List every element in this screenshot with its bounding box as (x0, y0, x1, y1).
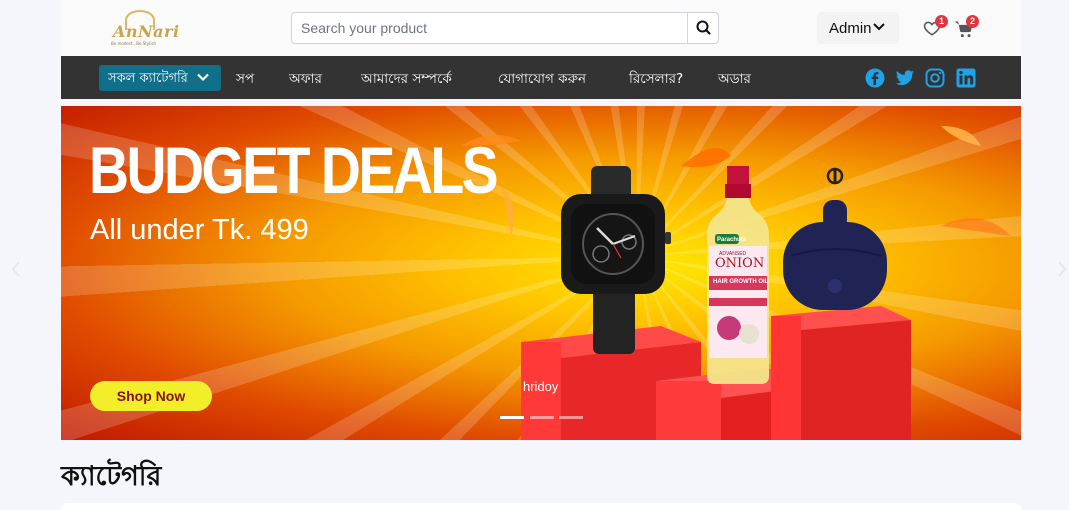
search-button[interactable] (687, 13, 718, 43)
chevron-left-icon (11, 261, 20, 277)
twitter-link[interactable] (895, 68, 915, 88)
site-header: AnNari Be modest...Be Stylish Admin 1 2 (61, 0, 1021, 56)
user-menu-label: Admin (829, 20, 872, 37)
category-card (61, 503, 1021, 510)
search-input[interactable] (292, 13, 689, 43)
nav-link-about[interactable]: আমাদের সম্পর্কে (361, 68, 452, 91)
cart-button[interactable]: 2 (954, 15, 979, 39)
wishlist-button[interactable]: 1 (923, 15, 948, 39)
nav-link-contact[interactable]: যোগাযোগ করুন (498, 68, 586, 91)
hero-carousel[interactable]: BUDGET DEALS All under Tk. 499 Shop Now … (61, 106, 1021, 440)
linkedin-icon (956, 68, 976, 88)
search-icon (696, 20, 711, 35)
nav-link-reseller[interactable]: রিসেলার? (629, 68, 683, 91)
banner-headline: BUDGET DEALS (89, 133, 499, 207)
carousel-indicator-1[interactable] (500, 416, 524, 419)
facebook-link[interactable] (865, 68, 885, 88)
wishlist-count-badge: 1 (935, 15, 948, 28)
bottle-detail-text: HAIR GROWTH OIL (713, 279, 769, 285)
facebook-icon (865, 68, 885, 88)
linkedin-link[interactable] (956, 68, 976, 88)
nav-link-offer[interactable]: অফার (289, 68, 322, 91)
all-categories-button[interactable]: সকল ক্যাটেগরি (99, 65, 221, 91)
carousel-indicator-2[interactable] (530, 416, 554, 419)
chevron-down-icon (197, 73, 209, 82)
chevron-down-icon (873, 23, 885, 31)
banner-subline: All under Tk. 499 (90, 214, 309, 246)
main-nav: সকল ক্যাটেগরি সপ অফার আমাদের সম্পর্কে যো… (61, 56, 1021, 99)
carousel-indicator-3[interactable] (559, 416, 583, 419)
bottle-brand-text: Parachute (717, 237, 747, 243)
instagram-icon (925, 68, 945, 88)
site-logo[interactable]: AnNari Be modest...Be Stylish (109, 10, 189, 48)
instagram-link[interactable] (925, 68, 945, 88)
nav-link-order[interactable]: অডার (718, 68, 751, 91)
logo-text: AnNari (113, 22, 180, 41)
search-bar (291, 12, 719, 44)
category-section-title: ক্যাটেগরি (61, 461, 162, 492)
chevron-right-icon (1058, 261, 1067, 277)
carousel-indicators (500, 416, 584, 419)
twitter-icon (895, 70, 915, 86)
logo-tagline: Be modest...Be Stylish (111, 41, 157, 46)
carousel-prev-button[interactable] (8, 257, 24, 281)
slide-caption: hridoy (523, 379, 559, 394)
all-categories-label: সকল ক্যাটেগরি (108, 71, 188, 86)
bottle-name-text: ONION (715, 256, 765, 271)
cart-count-badge: 2 (966, 15, 979, 28)
carousel-next-button[interactable] (1054, 257, 1069, 281)
nav-link-shop[interactable]: সপ (236, 68, 254, 91)
shop-now-button[interactable]: Shop Now (90, 381, 212, 411)
user-menu-button[interactable]: Admin (817, 12, 899, 44)
